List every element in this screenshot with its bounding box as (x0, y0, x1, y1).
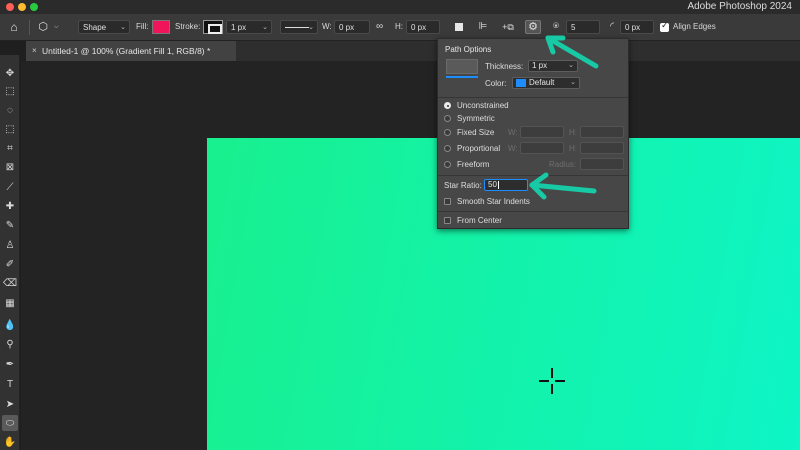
path-options-panel: Path Options Thickness: 1 px ⌄ Color: Def… (437, 38, 629, 229)
radius-label: Radius: (549, 160, 577, 169)
dodge-tool-icon[interactable]: ⚲ (2, 336, 18, 352)
path-selection-tool-icon[interactable]: ➤ (2, 396, 18, 412)
unconstrained-radio[interactable] (444, 102, 451, 109)
star-ratio-field[interactable]: 50 (484, 179, 528, 191)
star-ratio-value: 50 (488, 180, 497, 189)
document-tab-bar: × Untitled-1 @ 100% (Gradient Fill 1, RG… (26, 41, 800, 61)
frame-tool-icon[interactable]: ⊠ (2, 159, 18, 175)
lasso-tool-icon[interactable]: ◌ (2, 102, 18, 118)
healing-brush-tool-icon[interactable]: ✚ (2, 198, 18, 214)
path-preview (446, 59, 478, 74)
history-brush-tool-icon[interactable]: ✐ (2, 256, 18, 272)
path-operations-icon[interactable] (452, 20, 466, 34)
tool-mode-dropdown[interactable]: Shape ⌄ (78, 20, 130, 34)
proportional-width-field[interactable] (520, 142, 564, 154)
path-options-title: Path Options (445, 45, 492, 54)
align-edges-label: Align Edges (673, 22, 716, 31)
thickness-label: Thickness: (485, 62, 524, 71)
freeform-radio[interactable] (444, 161, 451, 168)
smooth-star-indents-label: Smooth Star Indents (457, 197, 530, 206)
proportional-h-label: H: (569, 144, 577, 153)
stroke-width-field[interactable]: 1 px ⌄ (226, 20, 272, 34)
corner-radius-field[interactable]: 0 px (620, 20, 654, 34)
fixed-h-label: H: (569, 128, 577, 137)
radius-field[interactable] (580, 158, 624, 170)
clone-stamp-tool-icon[interactable]: ♙ (2, 237, 18, 253)
smooth-star-indents-checkbox[interactable] (444, 198, 451, 205)
width-label: W: (322, 22, 332, 31)
eraser-tool-icon[interactable]: ⌫ (2, 275, 18, 291)
gradient-tool-icon[interactable]: ▦ (2, 295, 18, 311)
fill-label: Fill: (136, 22, 149, 31)
align-edges-checkbox[interactable] (660, 20, 669, 32)
stroke-swatch[interactable] (203, 20, 223, 34)
fixed-width-field[interactable] (520, 126, 564, 138)
tool-mode-value: Shape (83, 23, 107, 32)
symmetric-radio[interactable] (444, 115, 451, 122)
hand-tool-icon[interactable]: ✋ (2, 434, 18, 450)
brush-tool-icon[interactable]: ✎ (2, 217, 18, 233)
height-label: H: (395, 22, 403, 31)
type-tool-icon[interactable]: T (2, 376, 18, 392)
symmetric-label: Symmetric (457, 114, 495, 123)
close-window-button[interactable] (6, 3, 14, 11)
color-label: Color: (485, 79, 507, 88)
proportional-radio[interactable] (444, 145, 451, 152)
gear-icon[interactable]: ⚙ (525, 20, 541, 34)
color-swatch (516, 79, 526, 87)
crosshair-cursor-icon (537, 366, 567, 396)
stroke-type-dropdown[interactable]: ⌄ (280, 20, 318, 34)
fixed-height-field[interactable] (580, 126, 624, 138)
unconstrained-label: Unconstrained (457, 101, 509, 110)
from-center-label: From Center (457, 216, 502, 225)
document-tab[interactable]: × Untitled-1 @ 100% (Gradient Fill 1, RG… (26, 41, 236, 61)
fixed-size-label: Fixed Size (457, 128, 495, 137)
eyedropper-tool-icon[interactable]: ⟋ (2, 179, 18, 195)
link-icon[interactable]: ∞ (376, 20, 383, 34)
stroke-width-value: 1 px (231, 23, 247, 32)
object-selection-tool-icon[interactable]: ⬚ (2, 121, 18, 137)
fixed-w-label: W: (508, 128, 518, 137)
crop-tool-icon[interactable]: ⌗ (2, 140, 18, 156)
star-ratio-label: Star Ratio: (444, 181, 482, 190)
height-field[interactable]: 0 px (406, 20, 440, 34)
fixed-size-radio[interactable] (444, 129, 451, 136)
shape-tool-icon[interactable]: ⬭ (2, 415, 18, 431)
move-tool-icon[interactable]: ✥ (2, 65, 18, 81)
fill-swatch[interactable] (152, 20, 170, 34)
home-icon[interactable]: ⌂ (6, 20, 22, 34)
title-bar: Adobe Photoshop 2024 (0, 0, 800, 14)
sides-field[interactable]: 5 (566, 20, 600, 34)
from-center-checkbox[interactable] (444, 217, 451, 224)
path-alignment-icon[interactable]: ⊫ (476, 20, 490, 34)
shape-tool-preset-icon[interactable]: ⬡ (36, 20, 50, 34)
proportional-height-field[interactable] (580, 142, 624, 154)
star-sides-icon: ⍟ (553, 21, 559, 32)
options-bar: ⌂ ⬡ ⌵ Shape ⌄ Fill: Stroke: 1 px ⌄ ⌄ W: 0 … (0, 14, 800, 41)
thickness-field[interactable]: 1 px ⌄ (528, 60, 578, 72)
pen-tool-icon[interactable]: ✒ (2, 356, 18, 372)
document-tab-title: Untitled-1 @ 100% (Gradient Fill 1, RGB/… (42, 46, 211, 56)
path-arrangement-icon[interactable]: +⧉ (500, 20, 516, 34)
chevron-down-icon[interactable]: ⌵ (54, 20, 59, 34)
color-dropdown[interactable]: Default ⌄ (512, 77, 580, 89)
minimize-window-button[interactable] (18, 3, 26, 11)
proportional-label: Proportional (457, 144, 501, 153)
color-value: Default (529, 78, 555, 87)
zoom-window-button[interactable] (30, 3, 38, 11)
tools-panel: ✥ ⬚ ◌ ⬚ ⌗ ⊠ ⟋ ✚ ✎ ♙ ✐ ⌫ ▦ 💧 ⚲ ✒ T ➤ ⬭ ✋ (0, 55, 20, 450)
marquee-tool-icon[interactable]: ⬚ (2, 83, 18, 99)
corner-radius-icon: ◜ (610, 21, 614, 32)
app-title: Adobe Photoshop 2024 (687, 1, 792, 12)
close-tab-icon[interactable]: × (32, 41, 37, 61)
width-field[interactable]: 0 px (334, 20, 370, 34)
stroke-label: Stroke: (175, 22, 201, 31)
path-color-preview (446, 76, 478, 91)
blur-tool-icon[interactable]: 💧 (2, 317, 18, 333)
proportional-w-label: W: (508, 144, 518, 153)
freeform-label: Freeform (457, 160, 490, 169)
thickness-value: 1 px (532, 61, 548, 70)
